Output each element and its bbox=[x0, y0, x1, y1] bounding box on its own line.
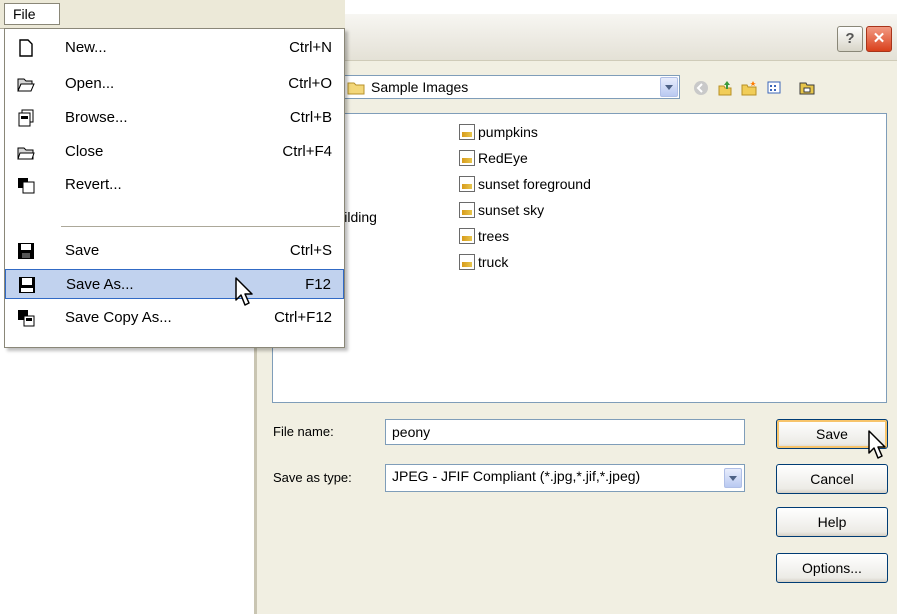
list-item[interactable]: sunset sky bbox=[459, 200, 544, 220]
list-item[interactable]: sunset foreground bbox=[459, 174, 591, 194]
browse-icon bbox=[18, 109, 34, 127]
mouse-pointer-icon bbox=[868, 430, 886, 459]
close-title-button[interactable]: ✕ bbox=[866, 26, 892, 52]
new-document-icon bbox=[19, 39, 33, 57]
image-file-icon bbox=[459, 150, 475, 166]
save-as-type-dropdown-arrow[interactable] bbox=[724, 468, 742, 488]
list-item[interactable]: RedEye bbox=[459, 148, 528, 168]
save-as-disk-icon bbox=[19, 277, 35, 293]
look-in-dropdown-arrow[interactable] bbox=[660, 77, 678, 97]
file-name-label: File name: bbox=[273, 424, 334, 439]
dialog-title-bar[interactable]: ? ✕ bbox=[257, 14, 897, 61]
mouse-pointer-icon bbox=[235, 277, 253, 306]
image-file-icon bbox=[459, 202, 475, 218]
open-folder-icon bbox=[17, 78, 35, 92]
file-name-input[interactable] bbox=[385, 419, 745, 445]
save-as-type-value: JPEG - JFIF Compliant (*.jpg,*.jif,*.jpe… bbox=[392, 468, 641, 484]
image-file-icon bbox=[459, 228, 475, 244]
image-file-icon bbox=[459, 254, 475, 270]
look-in-value: Sample Images bbox=[371, 79, 469, 95]
revert-icon bbox=[18, 178, 35, 194]
save-copy-icon bbox=[18, 310, 35, 327]
new-folder-icon[interactable] bbox=[741, 80, 757, 96]
view-menu-icon[interactable] bbox=[767, 80, 783, 96]
floppy-disk-icon bbox=[18, 243, 34, 259]
file-menu-title[interactable]: File bbox=[4, 3, 60, 25]
list-item[interactable]: trees bbox=[459, 226, 509, 246]
look-in-combobox[interactable]: Sample Images bbox=[342, 75, 680, 99]
menu-item-open[interactable]: Open... Ctrl+O bbox=[5, 69, 344, 99]
file-menu: New... Ctrl+N Open... Ctrl+O Browse... C… bbox=[4, 28, 345, 348]
menu-item-save-as[interactable]: Save As... F12 bbox=[5, 269, 344, 299]
back-icon[interactable] bbox=[693, 80, 709, 96]
save-as-type-select[interactable]: JPEG - JFIF Compliant (*.jpg,*.jif,*.jpe… bbox=[385, 464, 745, 492]
list-item[interactable]: pumpkins bbox=[459, 122, 538, 142]
desktop-folder-icon[interactable] bbox=[799, 80, 815, 96]
save-as-dialog: ? ✕ Sample Images n building g pumpkins … bbox=[254, 14, 897, 614]
save-as-type-label: Save as type: bbox=[273, 470, 352, 485]
menu-item-save[interactable]: Save Ctrl+S bbox=[5, 236, 344, 266]
up-folder-icon[interactable] bbox=[717, 80, 733, 96]
menu-bar: File bbox=[0, 0, 345, 29]
close-folder-icon bbox=[17, 147, 35, 160]
file-list[interactable]: n building g pumpkins RedEye sunset fore… bbox=[272, 113, 887, 403]
image-file-icon bbox=[459, 124, 475, 140]
menu-item-browse[interactable]: Browse... Ctrl+B bbox=[5, 103, 344, 133]
cancel-button[interactable]: Cancel bbox=[776, 464, 888, 494]
help-title-button[interactable]: ? bbox=[837, 26, 863, 52]
image-file-icon bbox=[459, 176, 475, 192]
menu-item-close[interactable]: Close Ctrl+F4 bbox=[5, 137, 344, 167]
list-item[interactable]: truck bbox=[459, 252, 508, 272]
options-button[interactable]: Options... bbox=[776, 553, 888, 583]
folder-icon bbox=[347, 82, 365, 95]
menu-item-revert[interactable]: Revert... bbox=[5, 170, 344, 200]
menu-item-save-copy-as[interactable]: Save Copy As... Ctrl+F12 bbox=[5, 303, 344, 333]
menu-item-new[interactable]: New... Ctrl+N bbox=[5, 33, 344, 63]
help-button[interactable]: Help bbox=[776, 507, 888, 537]
menu-separator bbox=[61, 226, 340, 227]
